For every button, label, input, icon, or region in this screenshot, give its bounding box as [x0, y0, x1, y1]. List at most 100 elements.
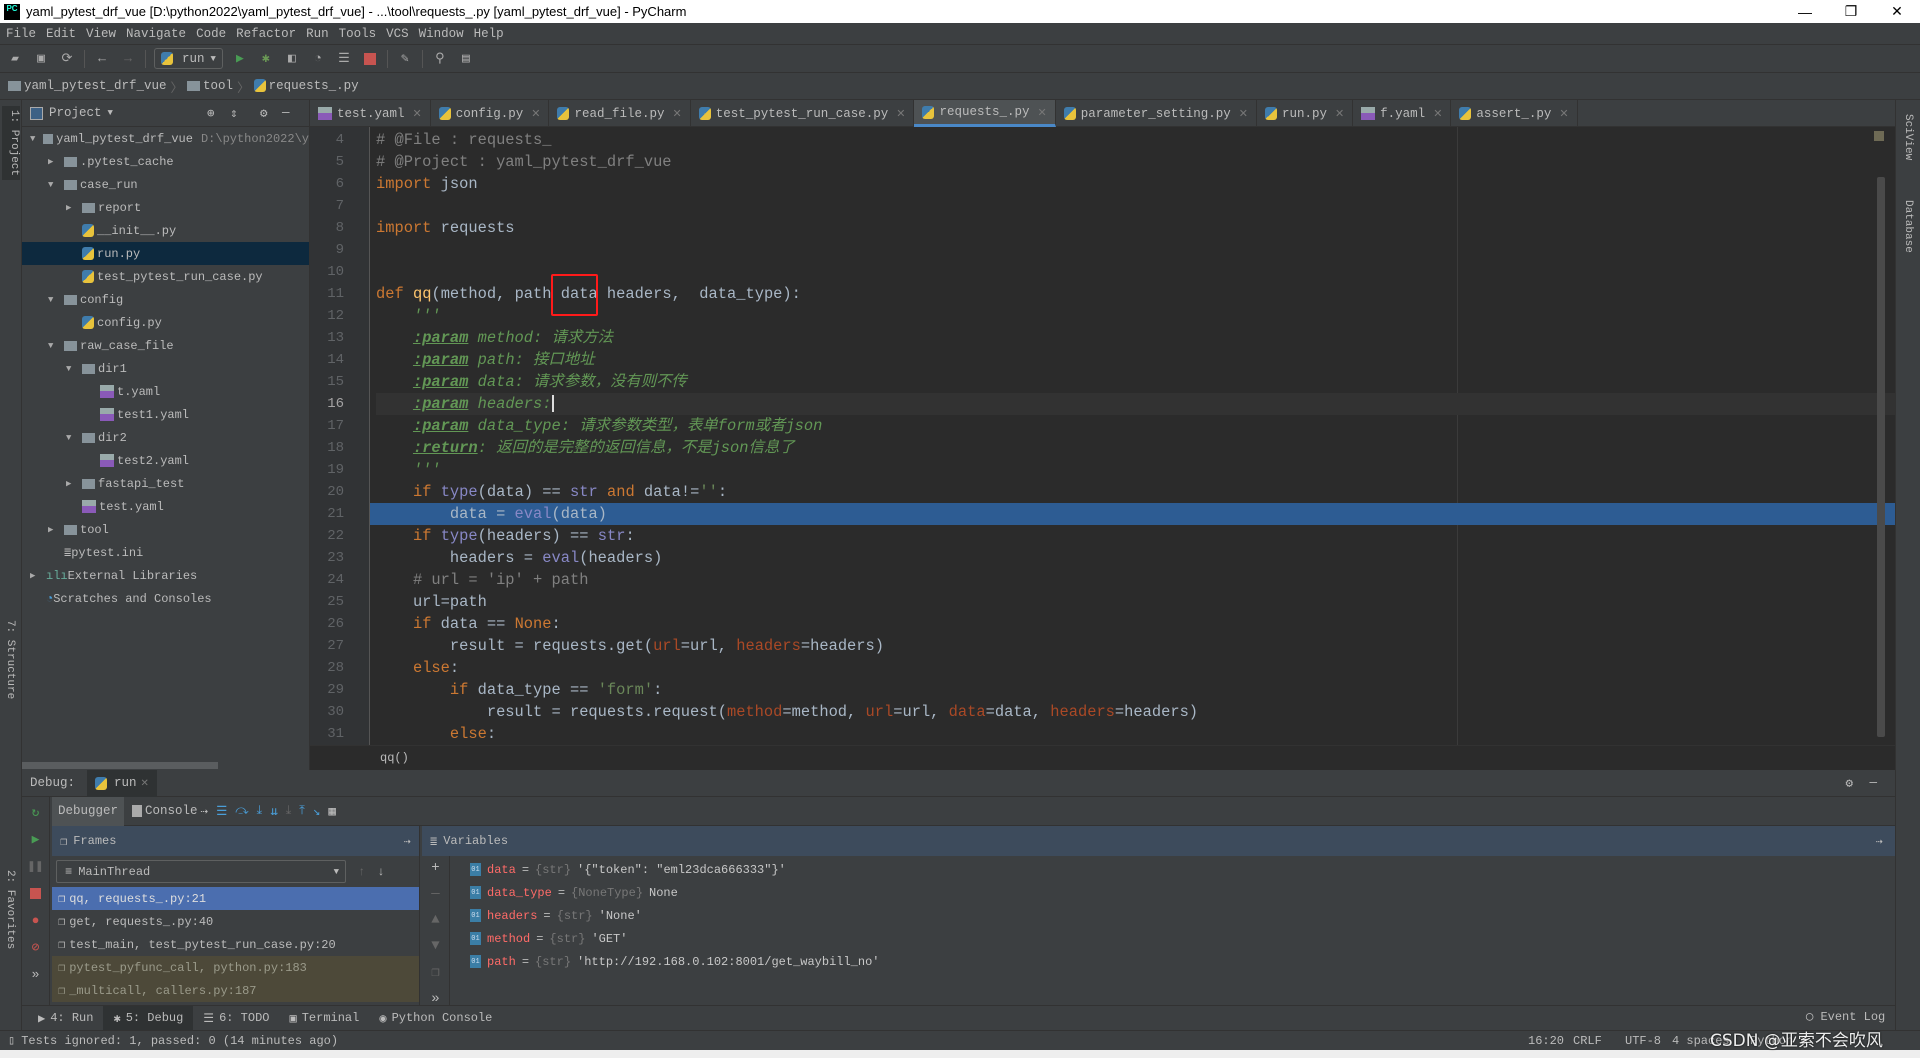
tree-item[interactable]: test_pytest_run_case.py [22, 265, 309, 288]
collapse-all-icon[interactable]: ⇕ [230, 105, 238, 121]
tab-console[interactable]: Console ⇢ [132, 803, 208, 819]
breadcrumb-item-file[interactable]: requests_.py [253, 79, 359, 93]
bottom-tab-terminal[interactable]: ▣ Terminal [279, 1006, 369, 1031]
tab-f-yaml[interactable]: f.yaml ✕ [1353, 100, 1452, 127]
close-tab-icon[interactable]: ✕ [896, 107, 905, 120]
tab-run-py[interactable]: run.py ✕ [1257, 100, 1354, 127]
tree-item[interactable]: ▼ raw_case_file [22, 334, 309, 357]
tree-item[interactable]: ▼ config [22, 288, 309, 311]
menu-code[interactable]: Code [196, 27, 226, 41]
bottom-tab-python-console[interactable]: ◉ Python Console [369, 1006, 502, 1031]
menu-view[interactable]: View [86, 27, 116, 41]
tree-item[interactable]: t.yaml [22, 380, 309, 403]
close-icon[interactable]: ✕ [141, 778, 149, 789]
expand-arrow-icon[interactable]: ▼ [66, 364, 76, 374]
structure-tool-button[interactable]: 7: Structure [4, 620, 16, 699]
tab-test-pytest-run-case-py[interactable]: test_pytest_run_case.py ✕ [691, 100, 915, 127]
thread-select[interactable]: ≡ MainThread ▼ [56, 860, 346, 883]
collapse-arrow-icon[interactable]: ▶ [48, 525, 58, 535]
variable-item[interactable]: 01 data_type = {NoneType} None [470, 881, 678, 904]
tab-debugger[interactable]: Debugger [52, 796, 125, 826]
frame-item[interactable]: ❐ test_main, test_pytest_run_case.py:20 [52, 933, 419, 956]
menu-window[interactable]: Window [419, 27, 464, 41]
hide-icon[interactable]: — [1869, 776, 1877, 790]
close-tab-icon[interactable]: ✕ [1433, 107, 1442, 120]
menu-help[interactable]: Help [474, 27, 504, 41]
stop-icon[interactable] [22, 882, 49, 905]
menu-vcs[interactable]: VCS [386, 27, 409, 41]
mute-breakpoints-icon[interactable]: ⊘ [22, 936, 49, 959]
restore-button[interactable]: ❐ [1828, 0, 1874, 23]
tree-item[interactable]: run.py [22, 242, 309, 265]
gear-icon[interactable]: ⚙ [1845, 775, 1853, 791]
force-step-into-icon[interactable]: ⤓ [286, 804, 292, 818]
code-editor[interactable]: 4 5 6 7 8 9 10 11 12 13 14 15 16 17 18 19 20 21 22 23 24 25 26… [310, 127, 1895, 745]
tree-item[interactable]: ▶ .pytest_cache [22, 150, 309, 173]
close-tab-icon[interactable]: ✕ [1239, 107, 1248, 120]
more-icon[interactable]: » [22, 963, 49, 986]
tab-parameter-setting-py[interactable]: parameter_setting.py ✕ [1056, 100, 1257, 127]
save-icon[interactable]: ▣ [32, 50, 50, 68]
locate-icon[interactable]: ⊕ [207, 105, 215, 121]
run-concurrency-icon[interactable]: ☰ [335, 50, 353, 68]
menu-edit[interactable]: Edit [46, 27, 76, 41]
chevron-down-icon[interactable]: ▼ [108, 108, 113, 118]
forward-icon[interactable]: → [119, 50, 137, 68]
run-to-cursor-icon[interactable]: ↘ [313, 803, 321, 819]
move-up-icon[interactable]: ▲ [431, 912, 439, 928]
tree-item[interactable]: ▼ dir1 [22, 357, 309, 380]
open-folder-icon[interactable]: ▰ [6, 50, 24, 68]
step-into-my-code-icon[interactable]: ⇊ [270, 803, 278, 819]
sync-icon[interactable]: ⟳ [58, 50, 76, 68]
variable-item[interactable]: 01 path = {str} 'http://192.168.0.102:8001/g… [470, 950, 879, 973]
file-encoding[interactable]: UTF-8 [1625, 1034, 1661, 1048]
expand-arrow-icon[interactable]: ▼ [48, 295, 58, 305]
remove-watch-icon[interactable]: — [431, 886, 439, 902]
caret-position[interactable]: 16:20 [1528, 1034, 1564, 1048]
status-icon[interactable]: ▯ [8, 1033, 15, 1048]
menu-refactor[interactable]: Refactor [236, 27, 296, 41]
next-frame-icon[interactable]: ↓ [377, 865, 384, 879]
tab-test-yaml[interactable]: test.yaml ✕ [310, 100, 431, 127]
variable-item[interactable]: 01 headers = {str} 'None' [470, 904, 642, 927]
run-icon[interactable]: ▶ [231, 50, 249, 68]
editor-breadcrumb[interactable]: qq() [310, 745, 1895, 770]
profile-icon[interactable]: ◔ [309, 50, 327, 68]
hide-icon[interactable]: — [282, 106, 290, 120]
collapse-arrow-icon[interactable]: ▶ [48, 157, 58, 167]
previous-frame-icon[interactable]: ↑ [358, 865, 365, 879]
menu-run[interactable]: Run [306, 27, 329, 41]
collapse-arrow-icon[interactable]: ▶ [66, 203, 76, 213]
project-view-select[interactable]: Project [49, 106, 102, 120]
step-over-icon[interactable]: ⤼ [235, 804, 248, 818]
bottom-tab-debug[interactable]: ✱ 5: Debug [103, 1005, 194, 1031]
breadcrumb-item-tool[interactable]: tool [187, 79, 233, 93]
menu-tools[interactable]: Tools [339, 27, 377, 41]
favorites-tool-button[interactable]: 2: Favorites [4, 870, 16, 949]
copy-icon[interactable]: ❐ [431, 964, 439, 981]
resume-icon[interactable]: ▶ [22, 828, 49, 851]
menu-file[interactable]: File [6, 27, 36, 41]
variable-item[interactable]: 01 data = {str} '{"token": "eml23dca666333"}… [470, 858, 786, 881]
inspection-status-icon[interactable] [1874, 131, 1884, 141]
stop-icon[interactable] [361, 50, 379, 68]
expand-arrow-icon[interactable]: ▼ [66, 433, 76, 443]
frame-item[interactable]: ❐ qq, requests_.py:21 [52, 887, 419, 910]
pin-icon[interactable]: ⇢ [404, 834, 411, 849]
frame-item[interactable]: ❐ _multicall, callers.py:187 [52, 979, 419, 1002]
minimize-button[interactable]: — [1782, 0, 1828, 23]
frame-item[interactable]: ❐ pytest_pyfunc_call, python.py:183 [52, 956, 419, 979]
tree-item[interactable]: __init__.py [22, 219, 309, 242]
tree-item[interactable]: ▶ tool [22, 518, 309, 541]
project-tool-button[interactable]: 1: Project [2, 106, 20, 181]
breadcrumb-item-project[interactable]: yaml_pytest_drf_vue [8, 79, 167, 93]
tree-item[interactable]: test.yaml [22, 495, 309, 518]
menu-navigate[interactable]: Navigate [126, 27, 186, 41]
variable-item[interactable]: 01 method = {str} 'GET' [470, 927, 627, 950]
pin-icon[interactable]: ⇢ [1876, 834, 1883, 849]
tree-item[interactable]: config.py [22, 311, 309, 334]
back-icon[interactable]: ← [93, 50, 111, 68]
view-breakpoints-icon[interactable]: ● [22, 909, 49, 932]
debug-session-tab[interactable]: run ✕ [87, 769, 157, 797]
tree-item[interactable]: test2.yaml [22, 449, 309, 472]
